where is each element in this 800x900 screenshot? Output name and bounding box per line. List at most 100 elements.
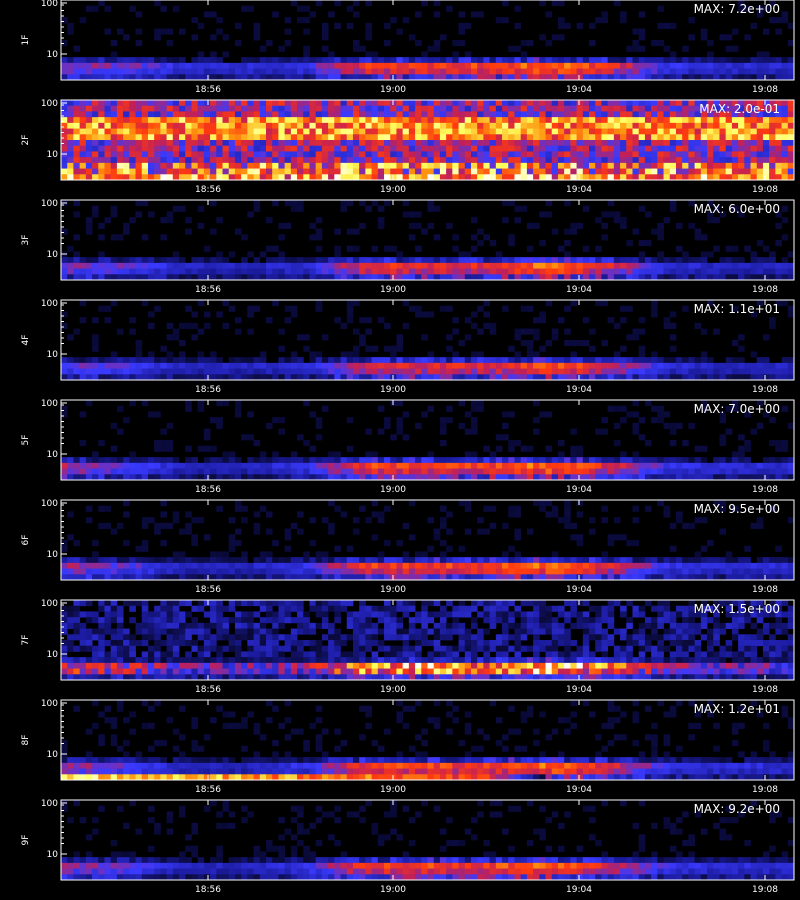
heat-cell: [539, 557, 546, 564]
heat-cell: [191, 174, 199, 181]
heat-cell: [334, 505, 341, 512]
heat-cell: [433, 362, 441, 369]
heat-cell: [73, 140, 81, 147]
heat-cell: [166, 100, 174, 107]
heat-cell: [402, 68, 410, 75]
heat-cell: [495, 462, 503, 469]
heat-cell: [657, 368, 664, 375]
heat-cell: [203, 562, 211, 569]
heat-cell: [657, 357, 664, 364]
heat-cell: [762, 174, 770, 181]
heat-cell: [79, 117, 87, 124]
heat-cell: [694, 474, 702, 481]
heat-cell: [483, 68, 491, 75]
heat-cell: [247, 174, 254, 181]
heat-cell: [539, 268, 546, 275]
heat-cell: [458, 400, 466, 407]
heat-cell: [197, 145, 205, 152]
heat-cell: [98, 468, 105, 475]
heat-cell: [663, 411, 671, 418]
heat-cell: [328, 357, 335, 364]
heat-cell: [352, 568, 360, 575]
heat-cell: [464, 362, 472, 369]
heat-cell: [253, 128, 261, 135]
heat-cell: [700, 128, 708, 135]
heat-cell: [179, 162, 186, 169]
heat-cell: [421, 557, 428, 564]
heat-cell: [116, 68, 124, 75]
heat-cell: [166, 374, 174, 381]
heat-cell: [663, 111, 671, 118]
heat-cell: [744, 268, 751, 275]
heat-cell: [110, 74, 118, 81]
heat-cell: [539, 240, 546, 247]
heat-cell: [750, 162, 758, 169]
heat-cell: [265, 262, 273, 269]
heat-cell: [384, 474, 391, 481]
heat-cell: [644, 468, 652, 475]
heat-cell: [439, 117, 447, 124]
heat-cell: [116, 28, 124, 35]
x-tick-label: 19:08: [752, 485, 778, 495]
heat-cell: [384, 111, 391, 118]
heat-cell: [166, 357, 174, 364]
heat-cell: [352, 257, 360, 264]
heat-cell: [222, 140, 230, 147]
heat-cell: [247, 411, 254, 418]
heat-cell: [508, 234, 515, 241]
heat-cell: [750, 251, 758, 258]
heat-cell: [632, 268, 640, 275]
heat-cell: [644, 474, 652, 481]
heat-cell: [278, 45, 286, 52]
heat-cell: [582, 568, 590, 575]
heat-cell: [781, 162, 789, 169]
heat-cell: [384, 74, 391, 81]
heat-cell: [259, 145, 267, 152]
heat-cell: [123, 62, 130, 69]
heat-cell: [657, 268, 664, 275]
heat-cell: [551, 105, 559, 112]
heat-cell: [408, 462, 416, 469]
heat-cell: [328, 134, 335, 141]
heat-cell: [570, 100, 577, 107]
heat-cell: [384, 274, 391, 281]
heat-cell: [725, 468, 733, 475]
heat-cell: [328, 368, 335, 375]
heat-cell: [359, 368, 366, 375]
heat-cell: [135, 100, 143, 107]
heat-cell: [340, 368, 348, 375]
heat-cell: [123, 362, 130, 369]
heat-cell: [129, 151, 136, 158]
heat-cell: [321, 151, 329, 158]
heat-cell: [415, 257, 422, 264]
heat-cell: [222, 457, 230, 464]
heat-cell: [756, 51, 764, 58]
heat-cell: [483, 268, 491, 275]
heat-cell: [651, 105, 658, 112]
heat-cell: [61, 57, 68, 64]
heat-cell: [595, 174, 602, 181]
heat-cell: [638, 62, 646, 69]
heat-cell: [682, 134, 689, 141]
heat-cell: [700, 151, 708, 158]
heat-cell: [638, 168, 646, 175]
heat-cell: [557, 262, 565, 269]
heat-cell: [576, 374, 584, 381]
heat-cell: [396, 417, 404, 424]
heat-cell: [508, 200, 515, 207]
heat-cell: [719, 34, 727, 41]
heat-cell: [371, 457, 379, 464]
heat-cell: [191, 268, 199, 275]
heat-cell: [769, 274, 776, 281]
heat-cell: [290, 474, 298, 481]
heat-cell: [775, 374, 782, 381]
heat-cell: [104, 568, 112, 575]
heat-cell: [669, 62, 677, 69]
heat-cell: [402, 362, 410, 369]
heat-cell: [321, 134, 329, 141]
heat-cell: [166, 111, 174, 118]
heat-cell: [738, 451, 745, 458]
heat-cell: [589, 74, 596, 81]
heat-cell: [675, 68, 683, 75]
heat-cell: [520, 62, 528, 69]
